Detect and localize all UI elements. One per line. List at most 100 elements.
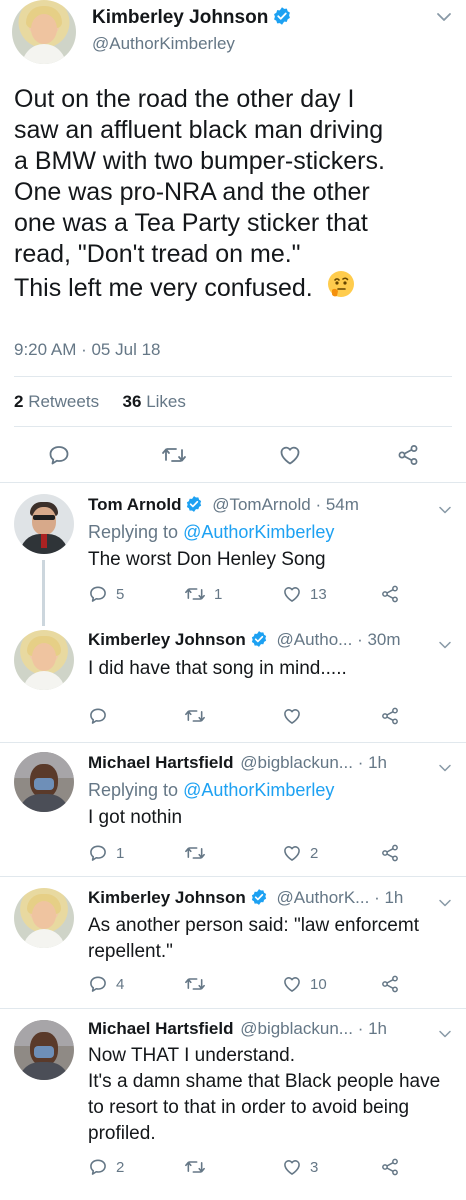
reply-time[interactable]: · 1h [358,753,387,772]
reply-icon [90,708,106,724]
avatar[interactable] [14,494,74,554]
retweet-icon [162,448,186,462]
avatar[interactable] [14,888,74,948]
retweet-icon [185,978,205,990]
like-button[interactable]: 13 [282,584,327,604]
divider [14,376,452,377]
share-icon [382,585,398,603]
chevron-down-icon[interactable] [438,760,452,778]
tweet-text-line: This left me very confused. [14,273,313,302]
reply-text-line: repellent." [88,941,173,962]
reply-button[interactable] [47,443,71,467]
reply-count: 2 [116,1158,125,1176]
tweet-text-line: one was a Tea Party sticker that [14,209,368,237]
reply-author-name[interactable]: Kimberley Johnson [88,888,246,907]
reply-text-line: The worst Don Henley Song [88,549,326,570]
tweet-text-line: read, "Don't tread on me." [14,240,301,268]
retweet-button[interactable]: 1 [184,584,222,604]
author-handle[interactable]: @AuthorKimberley [92,34,235,54]
avatar[interactable] [14,752,74,812]
retweet-button[interactable] [184,706,214,726]
like-button[interactable] [278,443,302,467]
reply-text: The worst Don Henley Song [88,547,326,573]
retweet-icon [185,710,205,722]
reply-icon [90,586,106,602]
share-button[interactable] [380,843,400,863]
share-button[interactable] [396,443,420,467]
likes-count[interactable]: 36 [123,392,142,411]
retweet-button[interactable] [184,843,214,863]
heart-icon [284,846,300,861]
reply-icon [49,446,69,465]
like-count: 10 [310,975,327,993]
heart-icon [284,977,300,992]
reply-button[interactable]: 2 [88,1157,124,1177]
divider [0,1008,466,1009]
reply-author-name[interactable]: Michael Hartsfield [88,1019,234,1038]
reply-author-handle[interactable]: @TomArnold [212,495,311,514]
share-button[interactable] [380,974,400,994]
reply-author-name[interactable]: Tom Arnold [88,495,181,514]
reply-header: Tom Arnold @TomArnold · 54m [88,495,359,518]
retweet-button[interactable] [184,1157,214,1177]
chevron-down-icon[interactable] [438,895,452,913]
heart-icon [280,446,300,465]
heart-icon [284,709,300,724]
share-icon [382,1158,398,1176]
like-button[interactable] [282,706,310,726]
avatar[interactable] [14,1020,74,1080]
tweet-timestamp[interactable]: 9:20 AM · 05 Jul 18 [14,340,160,360]
chevron-down-icon[interactable] [438,502,452,520]
reply-author-handle[interactable]: @AuthorK... [277,888,370,907]
share-icon [382,707,398,725]
reply-text: I got nothin [88,805,182,831]
thinking-face-icon [327,270,355,306]
like-button[interactable]: 10 [282,974,327,994]
reply-header: Kimberley Johnson @AuthorK... · 1h [88,888,403,911]
avatar[interactable] [14,630,74,690]
reply-time[interactable]: · 54m [315,495,358,514]
reply-time[interactable]: · 1h [374,888,403,907]
retweets-count[interactable]: 2 [14,392,23,411]
likes-label[interactable]: Likes [146,392,186,411]
retweet-button[interactable] [184,974,214,994]
reply-button[interactable]: 1 [88,843,124,863]
retweets-label[interactable]: Retweets [28,392,99,411]
reply-text: As another person said: "law enforcemt r… [88,913,419,965]
reply-button[interactable]: 5 [88,584,124,604]
reply-text-line: It's a damn shame that Black people have [88,1071,441,1092]
reply-button[interactable] [88,706,116,726]
retweet-button[interactable] [161,443,187,467]
reply-author-name[interactable]: Michael Hartsfield [88,753,234,772]
reply-button[interactable]: 4 [88,974,124,994]
tweet-text: Out on the road the other day I saw an a… [14,84,464,306]
reply-author-handle[interactable]: @bigblackun... [240,753,353,772]
author-name[interactable]: Kimberley Johnson [92,6,292,32]
reply-time[interactable]: · 1h [358,1019,387,1038]
share-button[interactable] [380,706,400,726]
reply-text-line: As another person said: "law enforcemt [88,915,419,936]
reply-count: 1 [116,844,125,862]
share-button[interactable] [380,584,400,604]
reply-icon [90,845,106,861]
like-button[interactable]: 2 [282,843,318,863]
replying-to-link[interactable]: @AuthorKimberley [183,522,334,542]
retweet-icon [185,1161,205,1173]
reply-author-name[interactable]: Kimberley Johnson [88,630,246,649]
share-button[interactable] [380,1157,400,1177]
avatar[interactable] [12,0,76,64]
reply-author-handle[interactable]: @Autho... [277,630,353,649]
chevron-down-icon[interactable] [438,637,452,655]
reply-author-handle[interactable]: @bigblackun... [240,1019,353,1038]
reply-text-line: I got nothin [88,807,183,828]
chevron-down-icon[interactable] [438,1026,452,1044]
replying-to-label: Replying to [88,780,179,800]
author-name-text[interactable]: Kimberley Johnson [92,7,268,28]
replying-to-label: Replying to [88,522,179,542]
chevron-down-icon[interactable] [436,10,452,28]
share-icon [398,445,418,465]
replying-to-link[interactable]: @AuthorKimberley [183,780,334,800]
reply-time[interactable]: · 30m [357,630,400,649]
heart-icon [284,1160,300,1175]
like-button[interactable]: 3 [282,1157,318,1177]
